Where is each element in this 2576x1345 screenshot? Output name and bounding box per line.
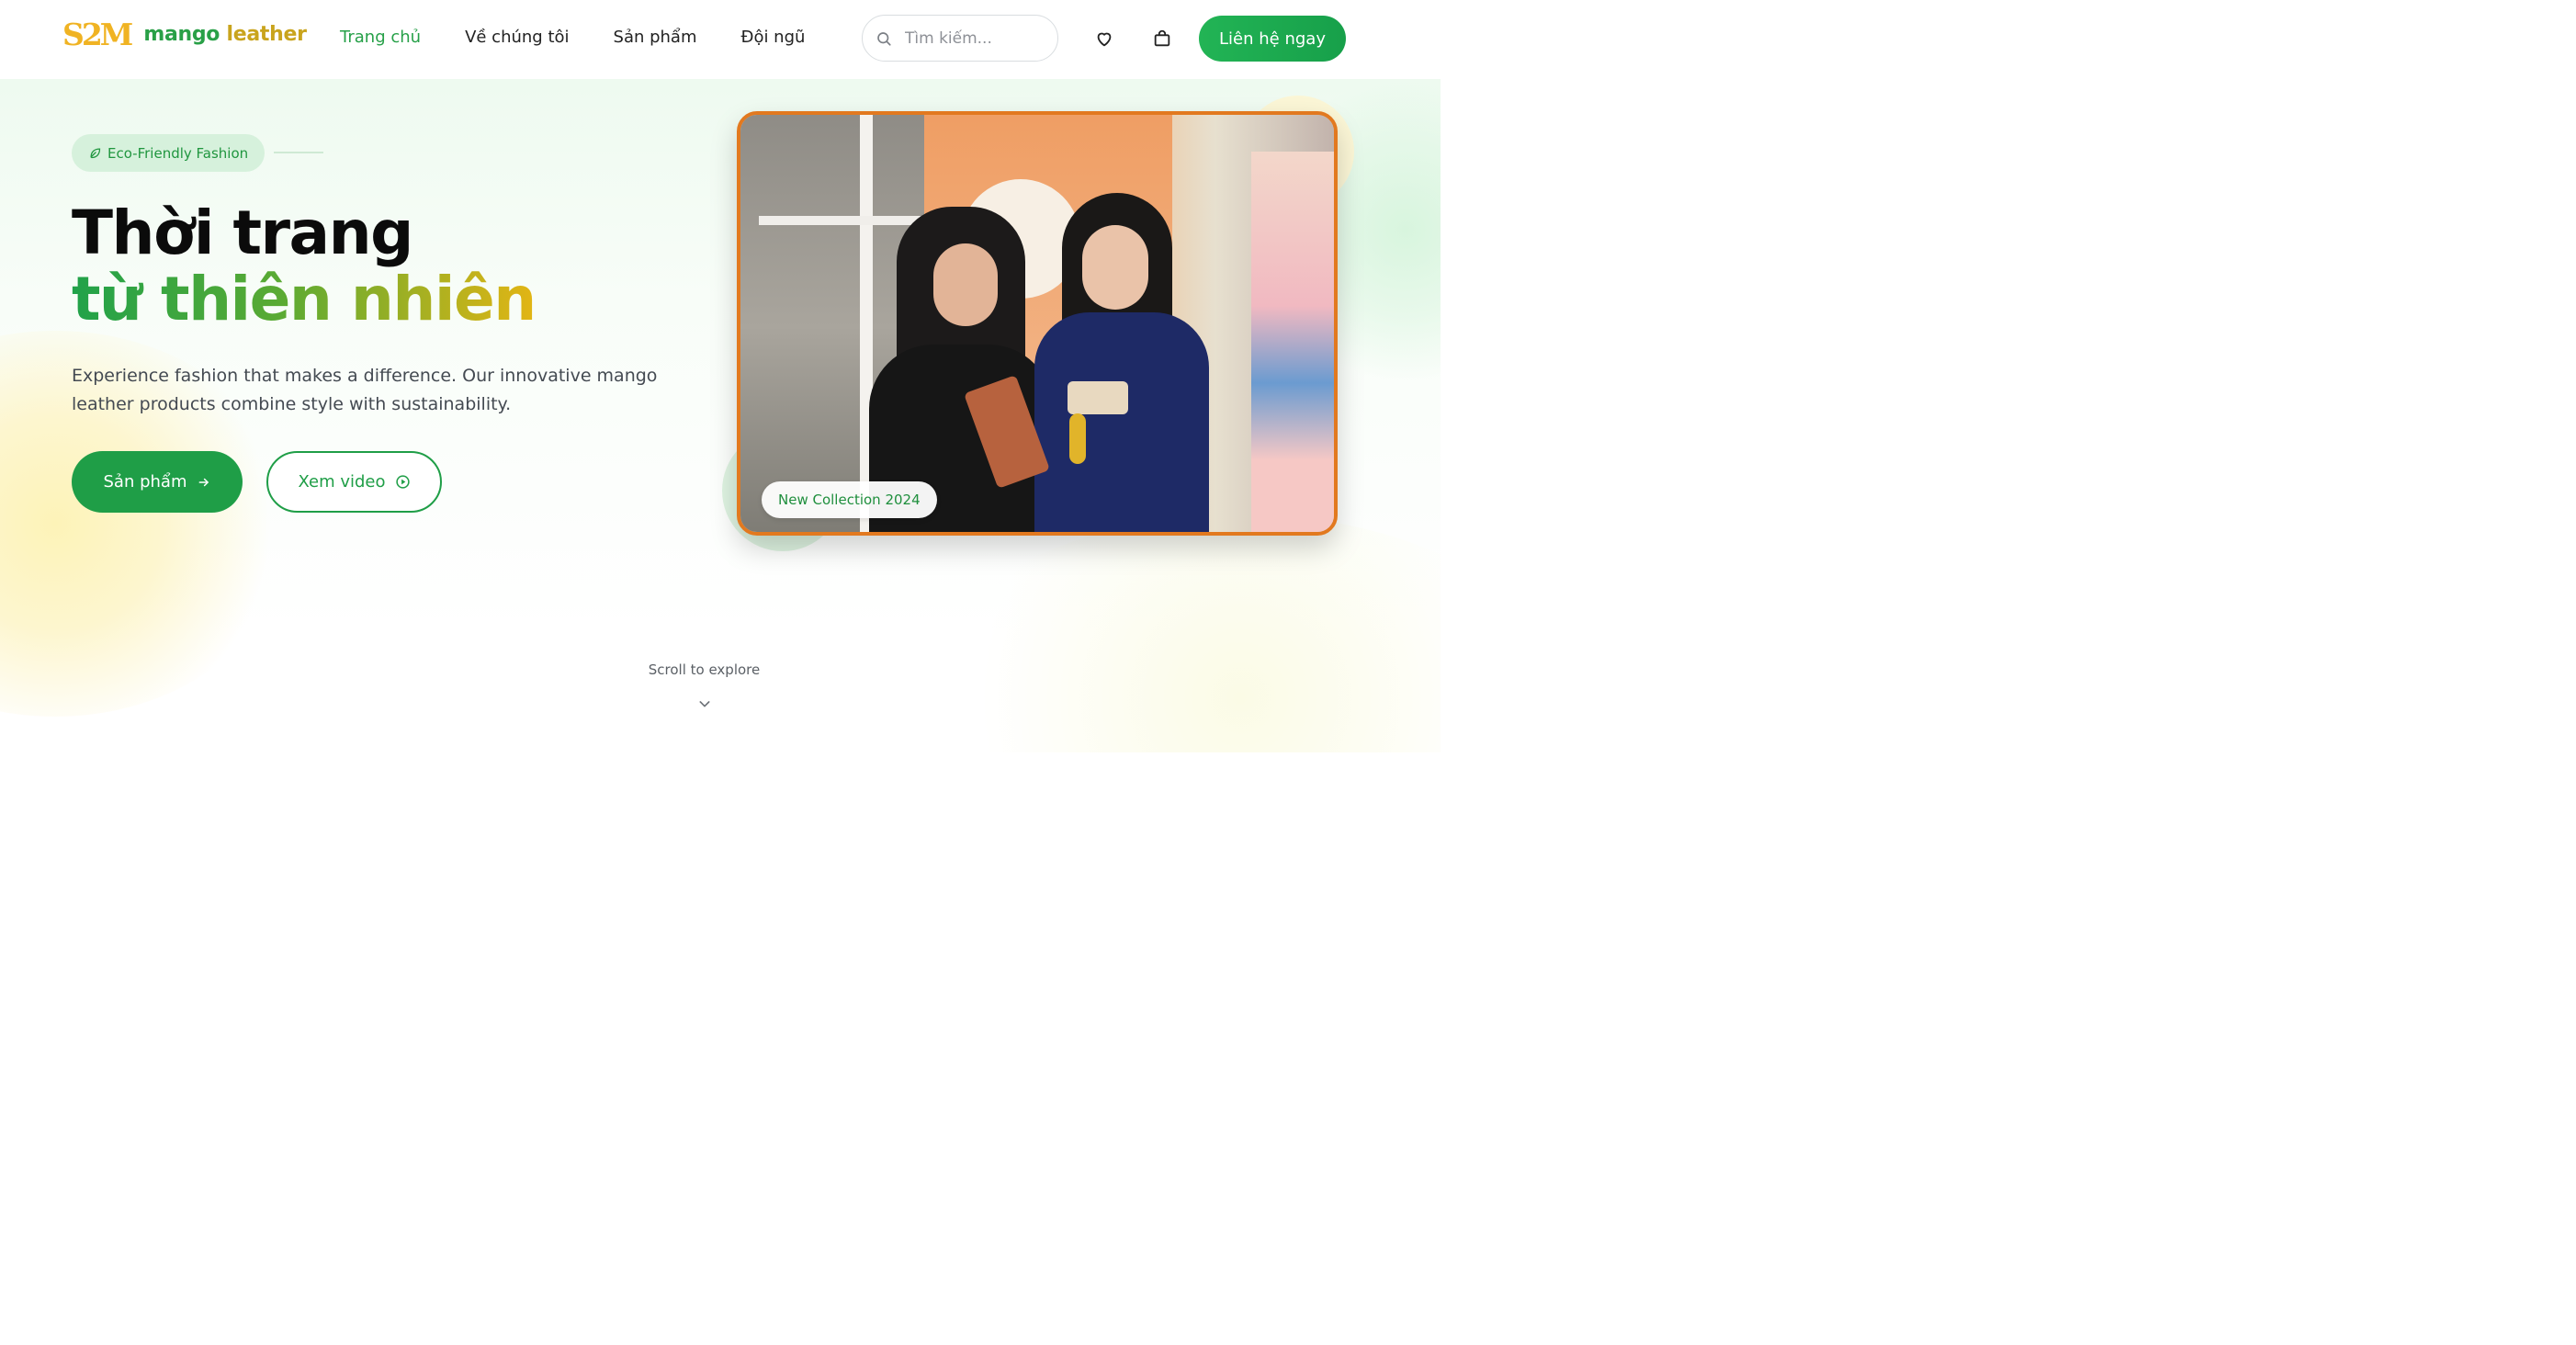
search-box[interactable] [862, 15, 1058, 62]
scroll-hint-label: Scroll to explore [648, 661, 761, 678]
hero-title: Thời trang từ thiên nhiên [72, 198, 537, 334]
hero-description: Experience fashion that makes a differen… [72, 366, 658, 414]
contact-now-button[interactable]: Liên hệ ngay [1199, 16, 1346, 62]
eco-badge-label: Eco-Friendly Fashion [107, 144, 249, 162]
nav-item-about[interactable]: Về chúng tôi [465, 28, 569, 47]
heart-icon [1097, 32, 1112, 47]
main-nav: Trang chủ Về chúng tôi Sản phẩm Đội ngũ [340, 28, 849, 47]
nav-item-products[interactable]: Sản phẩm [614, 28, 697, 47]
badge-divider [274, 152, 323, 153]
arrow-right-icon [199, 478, 209, 486]
search-input[interactable] [905, 28, 1043, 48]
watch-video-button-label: Xem video [298, 472, 386, 492]
search-icon [877, 31, 891, 46]
shopping-bag-icon [1154, 29, 1170, 47]
cart-button[interactable] [1151, 28, 1173, 50]
eco-badge: Eco-Friendly Fashion [72, 134, 266, 172]
new-collection-tag: New Collection 2024 [762, 481, 937, 518]
products-button[interactable]: Sản phẩm [72, 451, 243, 513]
leaf-icon [90, 148, 101, 159]
watch-video-button[interactable]: Xem video [266, 451, 442, 513]
nav-item-team[interactable]: Đội ngũ [741, 28, 806, 47]
logo[interactable]: S2M mango leather [62, 17, 307, 52]
wishlist-button[interactable] [1093, 28, 1115, 50]
logo-text-part2: leather [226, 23, 307, 46]
play-circle-icon [395, 475, 410, 489]
hero-title-line1: Thời trang [72, 198, 413, 268]
products-button-label: Sản phẩm [103, 472, 187, 492]
nav-item-home[interactable]: Trang chủ [340, 28, 421, 47]
hero-title-line2: từ thiên nhiên [72, 264, 537, 334]
logo-mark: S2M [62, 17, 133, 52]
chevron-down-icon[interactable] [695, 696, 714, 711]
logo-text: mango leather [143, 23, 307, 46]
site-header: S2M mango leather Trang chủ Về chúng tôi… [0, 0, 1441, 77]
hero-image [737, 111, 1338, 536]
logo-text-part1: mango [143, 23, 220, 46]
